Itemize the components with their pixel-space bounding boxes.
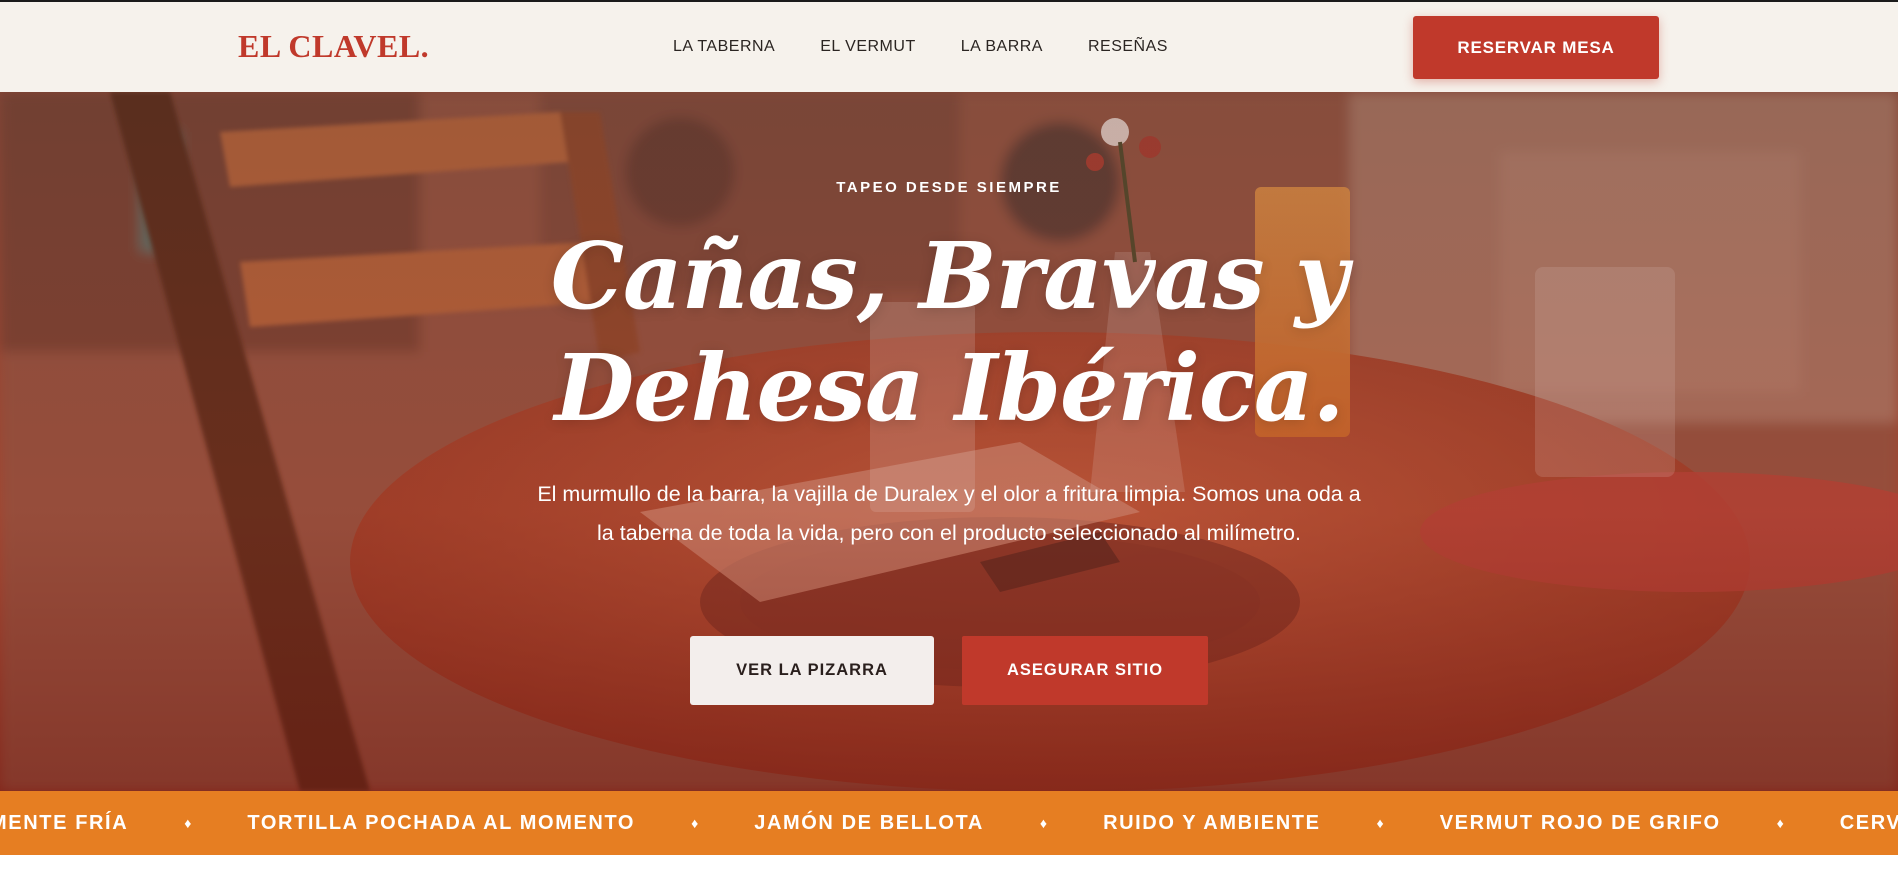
hero-title-line-1: Cañas, Bravas y (550, 222, 1348, 330)
hero-title: Cañas, Bravas y Dehesa Ibérica. (0, 220, 1898, 444)
page-below-fold (0, 855, 1898, 885)
diamond-separator-icon: ♦ (1776, 815, 1784, 831)
ticker-item: AMENTE FRÍA (0, 811, 129, 834)
diamond-separator-icon: ♦ (184, 815, 192, 831)
reservar-mesa-button[interactable]: RESERVAR MESA (1413, 16, 1659, 79)
hero-title-line-2: Dehesa Ibérica. (554, 334, 1344, 442)
nav-link-el-vermut[interactable]: EL VERMUT (820, 38, 915, 56)
hero-content: TAPEO DESDE SIEMPRE Cañas, Bravas y Dehe… (0, 92, 1898, 791)
hero-section: TAPEO DESDE SIEMPRE Cañas, Bravas y Dehe… (0, 92, 1898, 791)
brand-logo[interactable]: EL CLAVEL. (238, 28, 429, 65)
ticker-item: CERVE (1839, 811, 1898, 834)
main-nav: LA TABERNA EL VERMUT LA BARRA RESEÑAS (673, 38, 1213, 56)
ticker-item: RUIDO Y AMBIENTE (1103, 811, 1321, 834)
ticker-item: TORTILLA POCHADA AL MOMENTO (247, 811, 636, 834)
diamond-separator-icon: ♦ (1376, 815, 1384, 831)
asegurar-sitio-button[interactable]: ASEGURAR SITIO (962, 636, 1208, 705)
hero-actions: VER LA PIZARRA ASEGURAR SITIO (690, 636, 1208, 705)
ticker-item: VERMUT ROJO DE GRIFO (1439, 811, 1721, 834)
top-navbar: EL CLAVEL. LA TABERNA EL VERMUT LA BARRA… (0, 0, 1898, 92)
nav-link-resenas[interactable]: RESEÑAS (1088, 38, 1168, 56)
hero-subtitle: El murmullo de la barra, la vajilla de D… (537, 482, 1361, 545)
hero-eyebrow: TAPEO DESDE SIEMPRE (836, 179, 1062, 196)
diamond-separator-icon: ♦ (691, 815, 699, 831)
diamond-separator-icon: ♦ (1039, 815, 1048, 831)
nav-link-la-barra[interactable]: LA BARRA (961, 38, 1043, 56)
ticker-track: AMENTE FRÍA ♦ TORTILLA POCHADA AL MOMENT… (0, 791, 1898, 855)
ticker-item: JAMÓN DE BELLOTA (754, 811, 984, 834)
nav-link-la-taberna[interactable]: LA TABERNA (673, 38, 775, 56)
marquee-ticker: AMENTE FRÍA ♦ TORTILLA POCHADA AL MOMENT… (0, 791, 1898, 855)
ver-la-pizarra-button[interactable]: VER LA PIZARRA (690, 636, 934, 705)
